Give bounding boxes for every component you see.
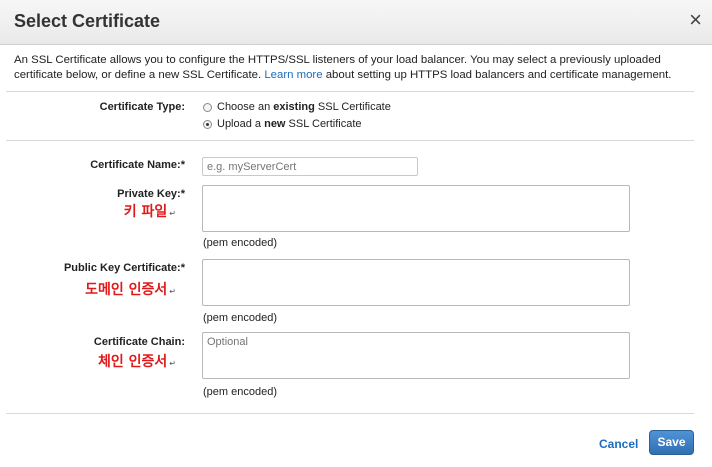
- certificate-chain-label: Certificate Chain:: [93, 336, 185, 348]
- radio-existing-label: Choose an existing SSL Certificate: [217, 101, 391, 113]
- certificate-type-label: Certificate Type:: [99, 101, 185, 113]
- certificate-name-label: Certificate Name:*: [90, 159, 185, 171]
- save-button[interactable]: Save: [649, 430, 694, 455]
- divider-bottom: [6, 413, 694, 414]
- dialog-description: An SSL Certificate allows you to configu…: [14, 53, 699, 83]
- description-text-post: about setting up HTTPS load balancers an…: [322, 69, 672, 81]
- learn-more-link[interactable]: Learn more: [264, 69, 322, 81]
- radio-upload-button[interactable]: [203, 119, 212, 129]
- public-key-certificate-label: Public Key Certificate:*: [63, 262, 185, 274]
- private-key-label: Private Key:*: [117, 188, 185, 200]
- divider-top: [6, 91, 694, 92]
- radio-existing-certificate[interactable]: Choose an existing SSL Certificate: [203, 101, 391, 113]
- cancel-button[interactable]: Cancel: [599, 437, 638, 451]
- public-key-certificate-textarea[interactable]: [202, 259, 630, 306]
- public-key-certificate-annotation: 도메인 인증서 ↵: [85, 282, 176, 298]
- certificate-chain-annotation: 체인 인증서 ↵: [98, 354, 176, 370]
- divider-middle: [6, 140, 694, 141]
- dialog-title: Select Certificate: [14, 11, 161, 31]
- radio-upload-label: Upload a new SSL Certificate: [217, 118, 362, 130]
- dialog-header: Select Certificate ×: [0, 0, 712, 45]
- private-key-annotation: 키 파일 ↵: [123, 204, 176, 220]
- certificate-chain-textarea[interactable]: [202, 332, 630, 379]
- private-key-pem-note: (pem encoded): [203, 237, 277, 249]
- radio-upload-certificate[interactable]: Upload a new SSL Certificate: [203, 118, 362, 130]
- certificate-name-input[interactable]: [202, 157, 418, 176]
- certificate-chain-pem-note: (pem encoded): [203, 386, 277, 398]
- radio-existing-button[interactable]: [203, 102, 212, 112]
- close-icon[interactable]: ×: [689, 9, 702, 31]
- public-key-certificate-pem-note: (pem encoded): [203, 312, 277, 324]
- private-key-textarea[interactable]: [202, 185, 630, 232]
